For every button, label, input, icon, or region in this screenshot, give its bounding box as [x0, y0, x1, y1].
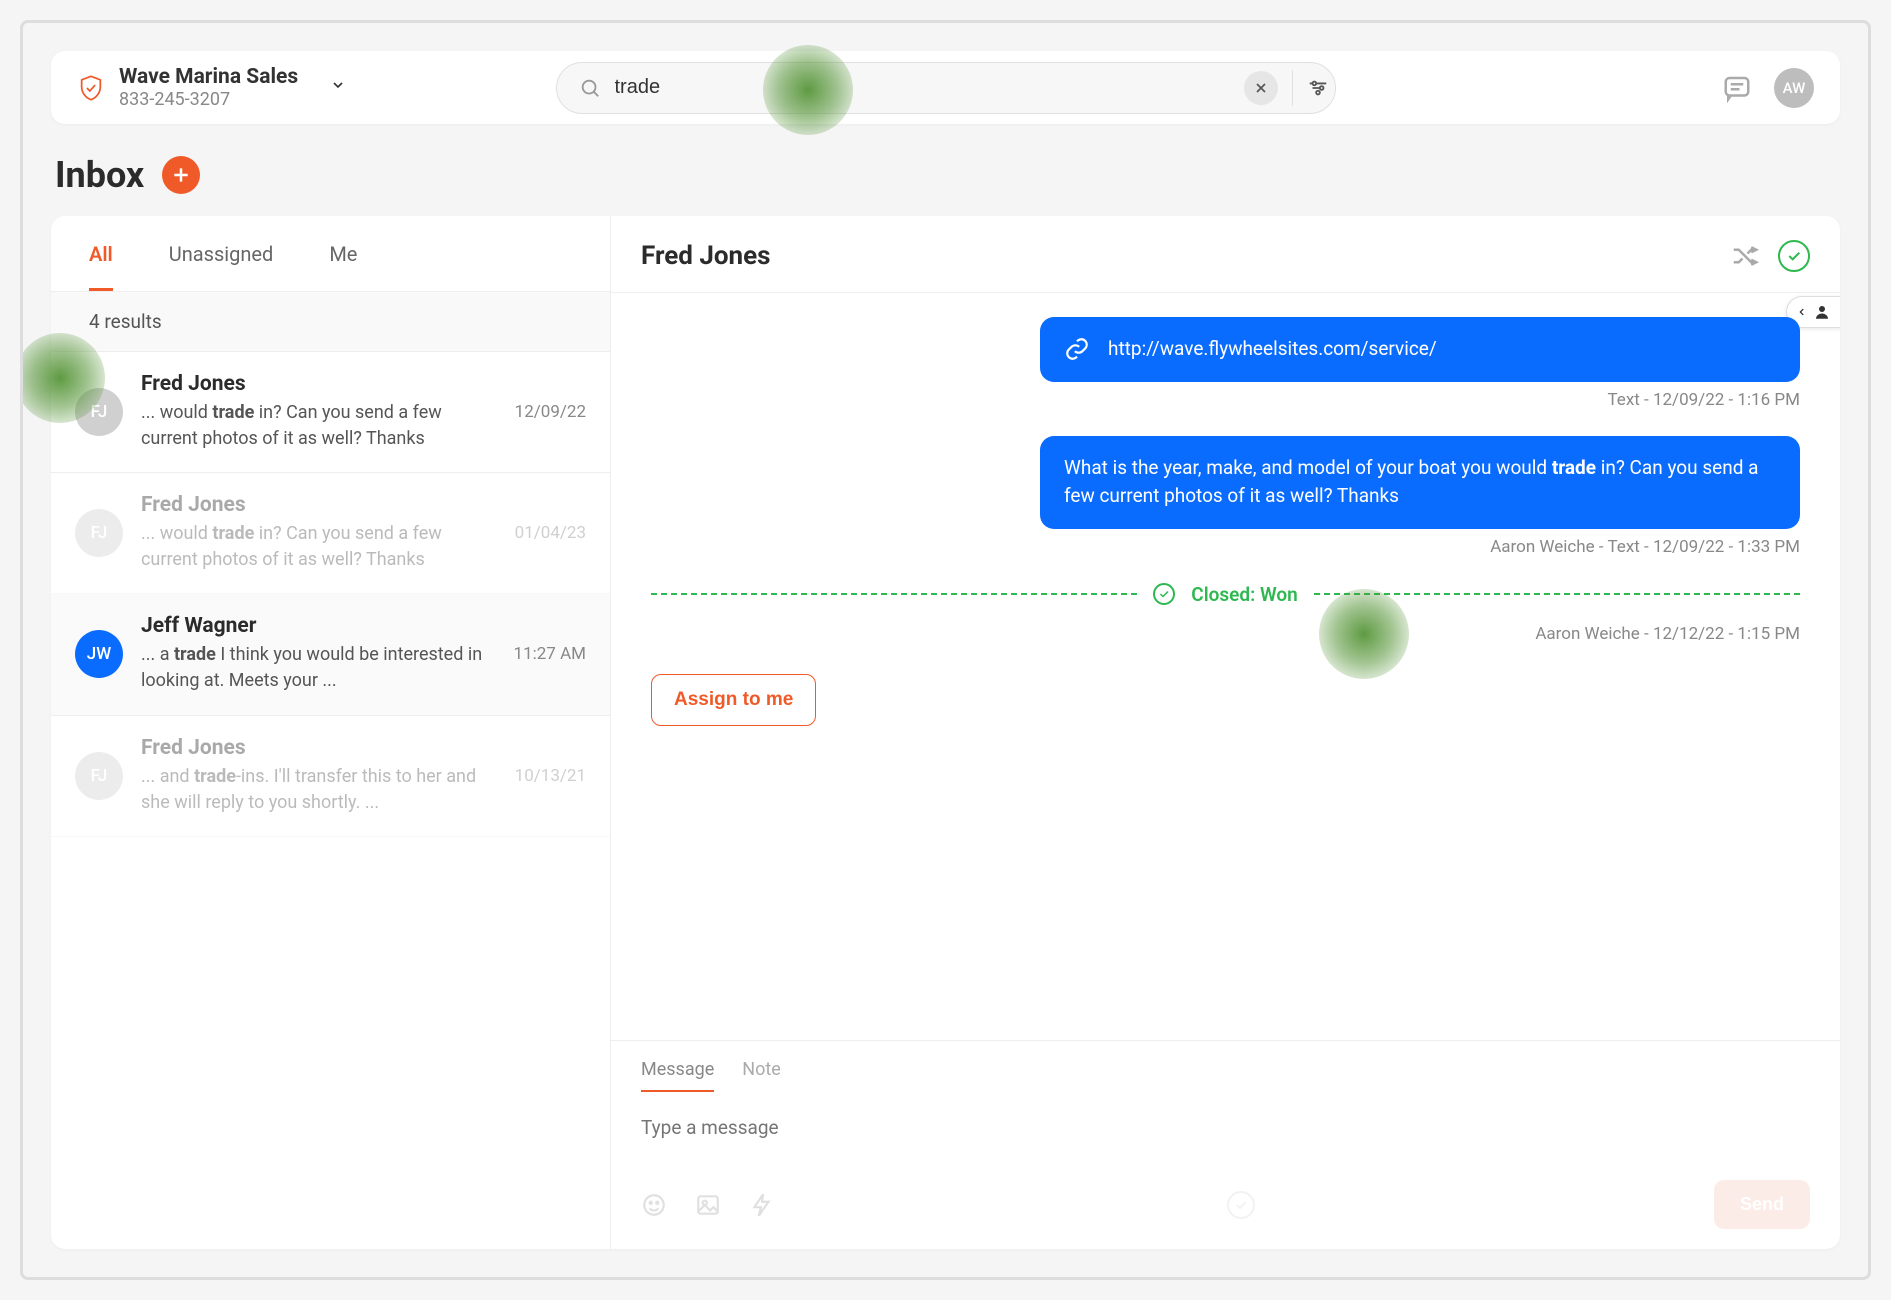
message-link-text[interactable]: http://wave.flywheelsites.com/service/: [1108, 335, 1437, 364]
inbox-tabs: All Unassigned Me: [51, 216, 610, 292]
message-meta: Text - 12/09/22 - 1:16 PM: [651, 390, 1800, 410]
ai-suggest-icon[interactable]: [1227, 1191, 1255, 1219]
conversation-date: 11:27 AM: [514, 644, 586, 664]
mark-done-button[interactable]: [1778, 240, 1810, 272]
image-icon[interactable]: [695, 1192, 721, 1218]
conversation-item[interactable]: FJ Fred Jones ... would trade in? Can you …: [51, 352, 610, 473]
chevron-down-icon[interactable]: [330, 77, 346, 98]
search-icon: [579, 77, 601, 99]
shield-check-icon: [77, 74, 105, 102]
status-divider: Closed: Won: [651, 583, 1800, 606]
user-avatar[interactable]: AW: [1774, 68, 1814, 108]
search-input[interactable]: [601, 76, 1244, 99]
org-name: Wave Marina Sales: [119, 65, 298, 89]
search-bar: [556, 62, 1336, 114]
composer-tab-note[interactable]: Note: [742, 1059, 781, 1092]
conversation-name: Fred Jones: [141, 493, 497, 517]
message-text-highlight: trade: [1552, 456, 1596, 479]
conversation-name: Fred Jones: [141, 372, 497, 396]
message-bubble-trade: What is the year, make, and model of you…: [1040, 436, 1800, 529]
thread-header: Fred Jones: [611, 216, 1840, 293]
conversation-snippet: ... would trade in? Can you send a few c…: [141, 521, 497, 573]
conversation-avatar: JW: [75, 630, 123, 678]
compose-button[interactable]: [162, 156, 200, 194]
top-bar: Wave Marina Sales 833-245-3207: [51, 51, 1840, 124]
composer-tab-message[interactable]: Message: [641, 1059, 714, 1092]
shuffle-icon[interactable]: [1730, 241, 1760, 271]
org-selector[interactable]: Wave Marina Sales 833-245-3207: [77, 65, 346, 110]
org-phone: 833-245-3207: [119, 89, 298, 110]
page-title: Inbox: [55, 154, 144, 196]
conversation-snippet: ... a trade I think you would be interes…: [141, 642, 496, 694]
conversation-item[interactable]: FJ Fred Jones ... would trade in? Can you …: [51, 473, 610, 594]
conversation-snippet: ... would trade in? Can you send a few c…: [141, 400, 497, 452]
message-text-pre: What is the year, make, and model of you…: [1064, 456, 1552, 479]
composer-tabs: Message Note: [611, 1041, 1840, 1092]
emoji-icon[interactable]: [641, 1192, 667, 1218]
divider: [1292, 70, 1293, 106]
conversation-item[interactable]: JW Jeff Wagner ... a trade I think you wou…: [51, 594, 610, 715]
message-meta: Aaron Weiche - Text - 12/09/22 - 1:33 PM: [651, 537, 1800, 557]
status-check-icon: [1153, 583, 1175, 605]
conversation-name: Fred Jones: [141, 736, 497, 760]
status-meta: Aaron Weiche - 12/12/22 - 1:15 PM: [651, 624, 1800, 644]
conversation-avatar: FJ: [75, 752, 123, 800]
message-input[interactable]: [641, 1116, 1810, 1162]
thread-panel: Fred Jones: [611, 216, 1840, 1249]
conversation-avatar: FJ: [75, 509, 123, 557]
tab-me[interactable]: Me: [329, 242, 357, 291]
conversation-list-panel: All Unassigned Me 4 results FJ Fred Jones…: [51, 216, 611, 1249]
contact-name: Fred Jones: [641, 241, 771, 271]
filter-icon[interactable]: [1307, 77, 1329, 99]
conversation-date: 12/09/22: [515, 402, 586, 422]
conversation-item[interactable]: FJ Fred Jones ... and trade-ins. I'll tran…: [51, 716, 610, 837]
results-count: 4 results: [51, 292, 610, 352]
tab-unassigned[interactable]: Unassigned: [169, 242, 274, 291]
messages-icon[interactable]: [1722, 73, 1752, 103]
conversation-snippet: ... and trade-ins. I'll transfer this to…: [141, 764, 497, 816]
conversation-name: Jeff Wagner: [141, 614, 496, 638]
main-panel: All Unassigned Me 4 results FJ Fred Jones…: [51, 216, 1840, 1249]
link-icon: [1064, 336, 1090, 362]
message-bubble-link: http://wave.flywheelsites.com/service/: [1040, 317, 1800, 382]
inbox-title-row: Inbox: [55, 154, 1840, 196]
message-thread: http://wave.flywheelsites.com/service/ T…: [611, 293, 1840, 1040]
send-button[interactable]: Send: [1714, 1180, 1810, 1229]
tab-all[interactable]: All: [89, 242, 113, 291]
clear-search-button[interactable]: [1244, 71, 1278, 105]
template-icon[interactable]: [749, 1192, 775, 1218]
assign-to-me-button[interactable]: Assign to me: [651, 674, 816, 726]
status-label: Closed: Won: [1191, 583, 1297, 606]
conversation-date: 10/13/21: [515, 766, 586, 786]
conversation-list: FJ Fred Jones ... would trade in? Can you …: [51, 352, 610, 837]
conversation-avatar: FJ: [75, 388, 123, 436]
composer-toolbar: Send: [611, 1166, 1840, 1249]
composer: Message Note Send: [611, 1040, 1840, 1249]
conversation-date: 01/04/23: [515, 523, 586, 543]
